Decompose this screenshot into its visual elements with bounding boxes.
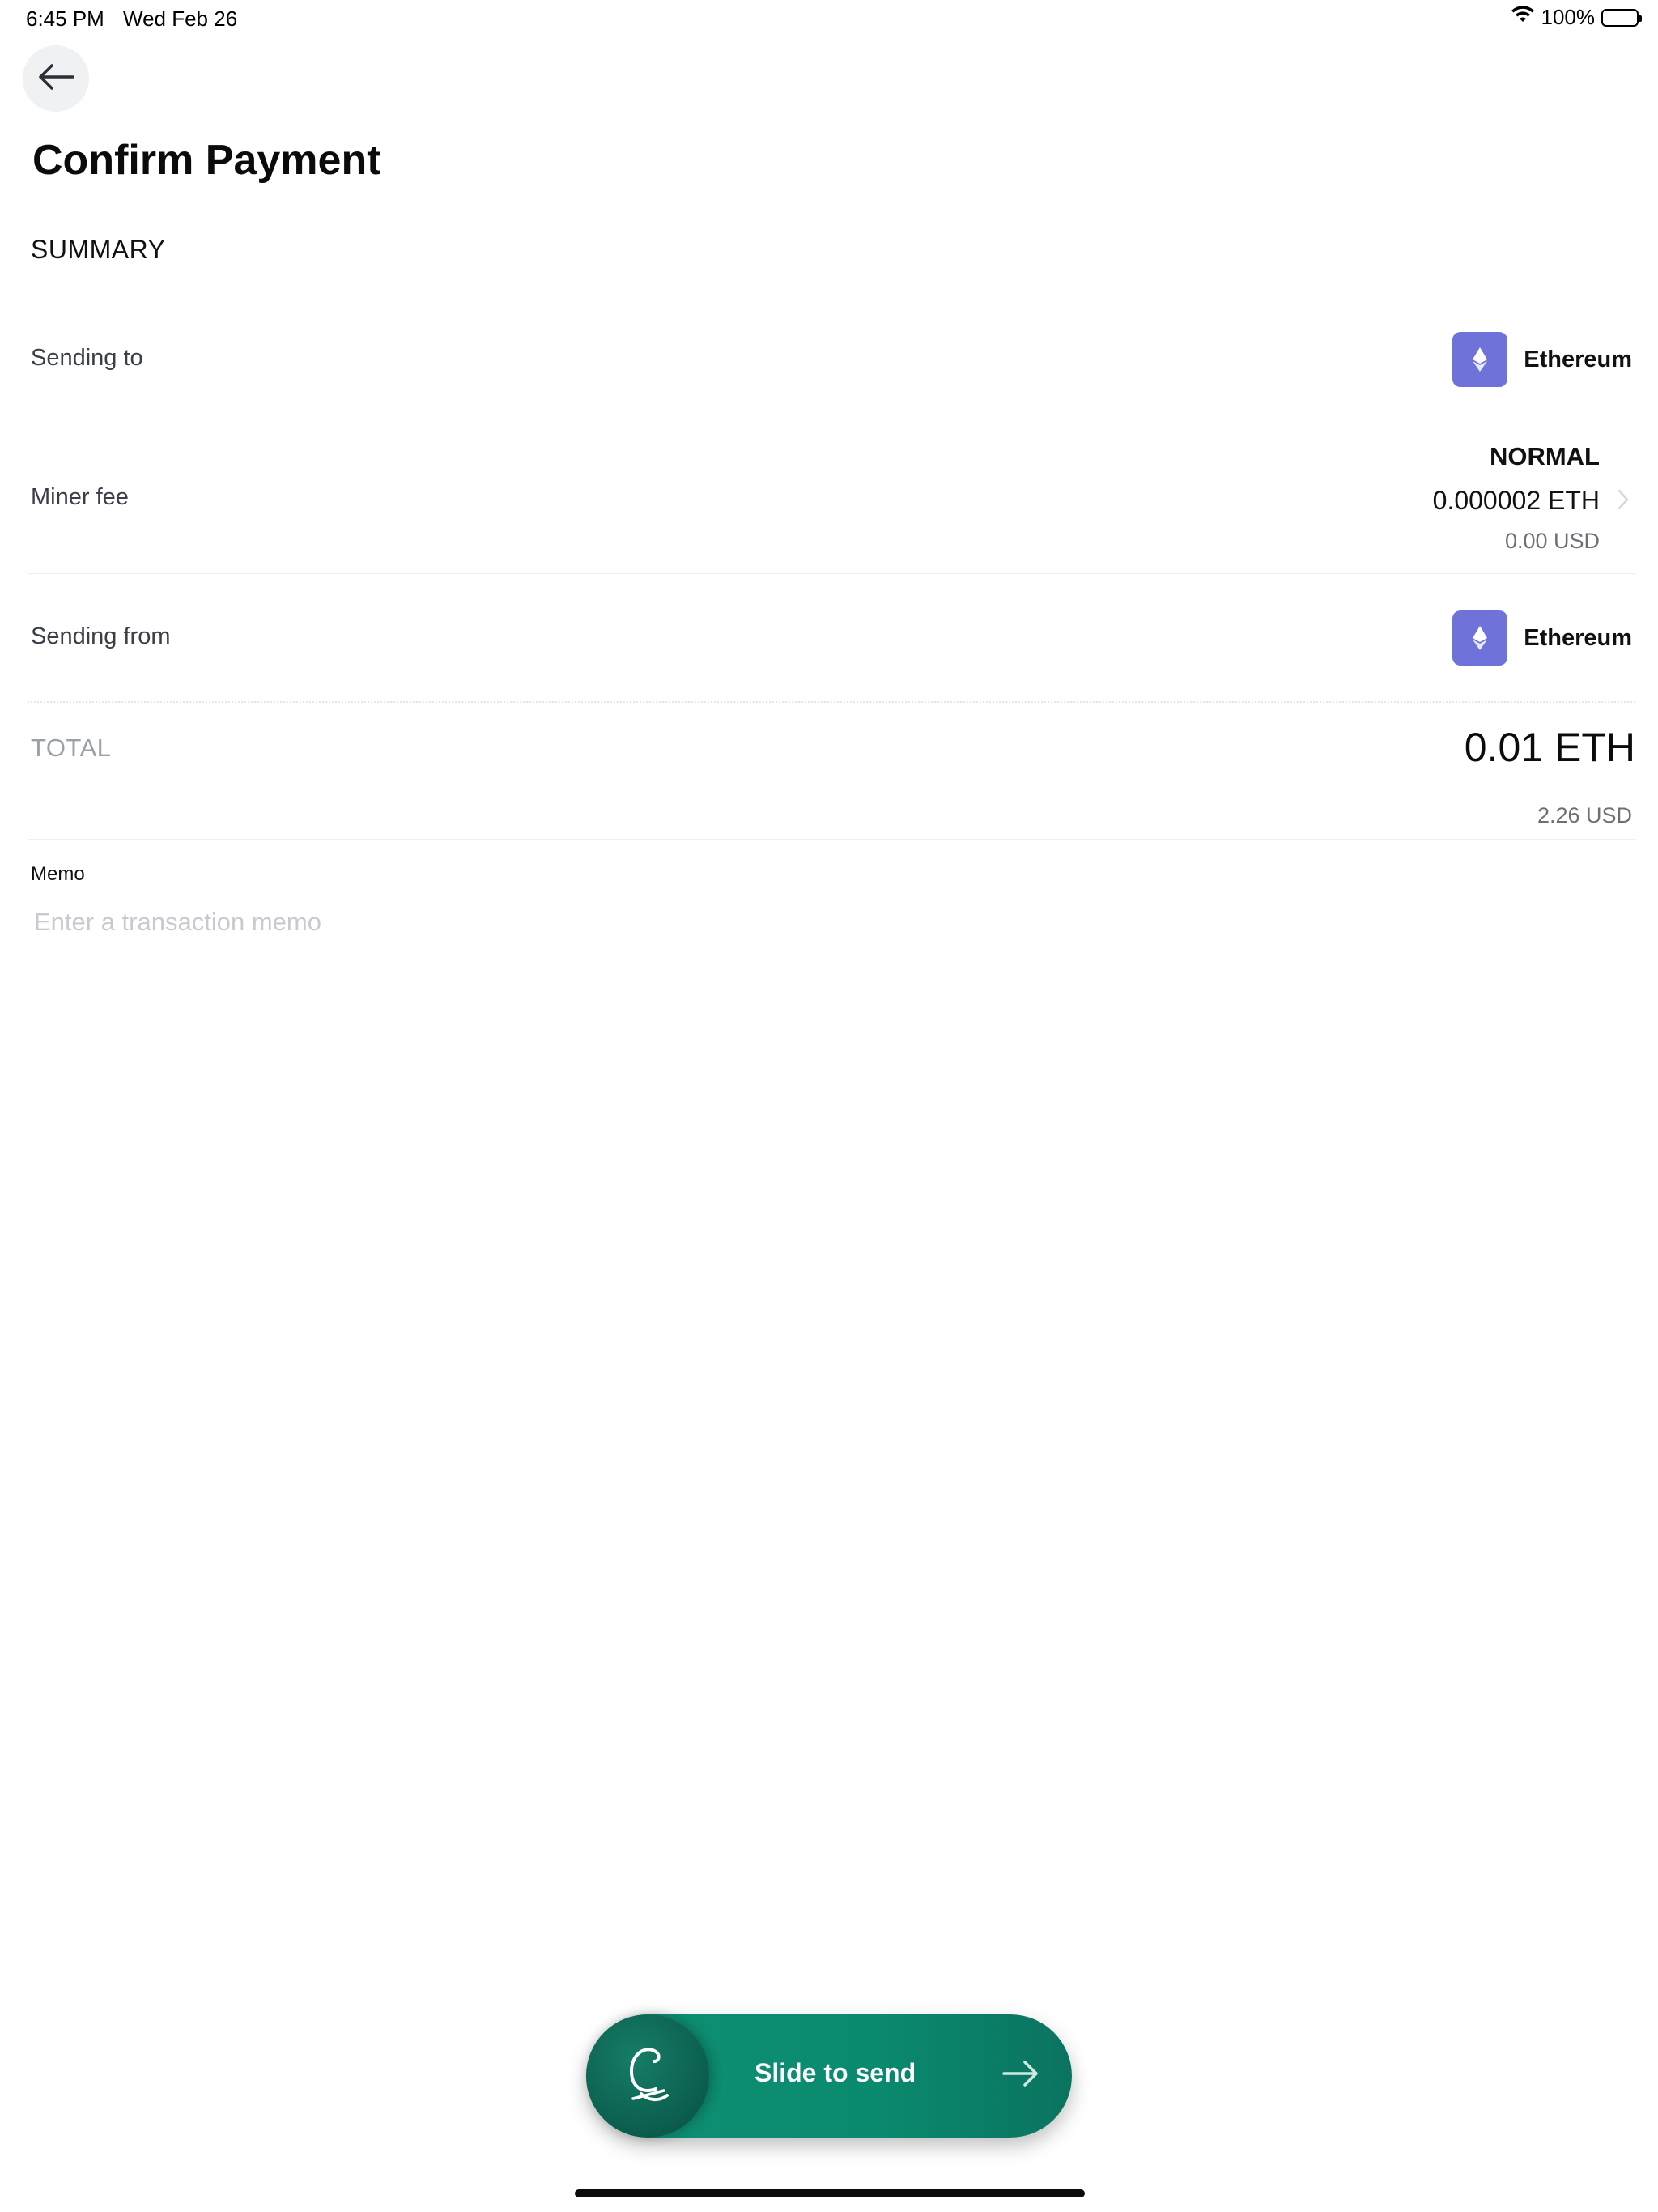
status-date: Wed Feb 26 <box>123 6 238 31</box>
home-indicator <box>575 2189 1085 2197</box>
sending-from-asset[interactable]: Ethereum <box>1452 610 1632 666</box>
coinbase-signature-icon <box>623 2044 672 2109</box>
slider-knob[interactable] <box>586 2014 709 2138</box>
slide-to-send-button[interactable]: Slide to send <box>586 2014 1072 2138</box>
chevron-right-icon[interactable] <box>1618 489 1629 514</box>
total-amount: 0.01 ETH <box>1464 725 1635 770</box>
divider <box>28 573 1635 574</box>
miner-fee-amount: 0.000002 ETH <box>1432 486 1600 515</box>
arrow-left-icon <box>37 63 74 95</box>
total-label: TOTAL <box>31 734 112 762</box>
status-indicators: 100% <box>1511 5 1642 30</box>
page-title: Confirm Payment <box>32 137 381 184</box>
total-usd: 2.26 USD <box>1537 803 1632 827</box>
miner-fee-usd: 0.00 USD <box>1504 529 1600 553</box>
memo-input[interactable] <box>31 900 1624 944</box>
ethereum-icon <box>1452 610 1508 666</box>
miner-fee-speed: NORMAL <box>1489 442 1600 470</box>
battery-percentage: 100% <box>1541 5 1596 29</box>
memo-label: Memo <box>31 863 85 885</box>
battery-icon <box>1601 8 1642 27</box>
sending-to-label: Sending to <box>31 345 143 371</box>
miner-fee-label: Miner fee <box>31 484 129 510</box>
status-time: 6:45 PM <box>26 6 104 31</box>
sending-from-asset-name: Ethereum <box>1524 624 1632 651</box>
divider <box>28 701 1635 703</box>
miner-fee-details[interactable]: NORMAL 0.000002 ETH 0.00 USD <box>1433 442 1600 554</box>
back-button[interactable] <box>23 45 89 112</box>
sending-from-label: Sending from <box>31 623 171 649</box>
ethereum-icon <box>1452 332 1508 387</box>
slide-to-send-label: Slide to send <box>755 2058 916 2087</box>
sending-to-asset[interactable]: Ethereum <box>1452 332 1632 387</box>
summary-heading: SUMMARY <box>31 235 166 264</box>
divider <box>28 839 1635 840</box>
confirm-payment-screen: 6:45 PM Wed Feb 26 100% Confirm Payment … <box>0 0 1658 2212</box>
arrow-right-icon <box>1002 2060 1039 2091</box>
wifi-icon <box>1511 5 1535 30</box>
sending-to-asset-name: Ethereum <box>1524 346 1632 372</box>
